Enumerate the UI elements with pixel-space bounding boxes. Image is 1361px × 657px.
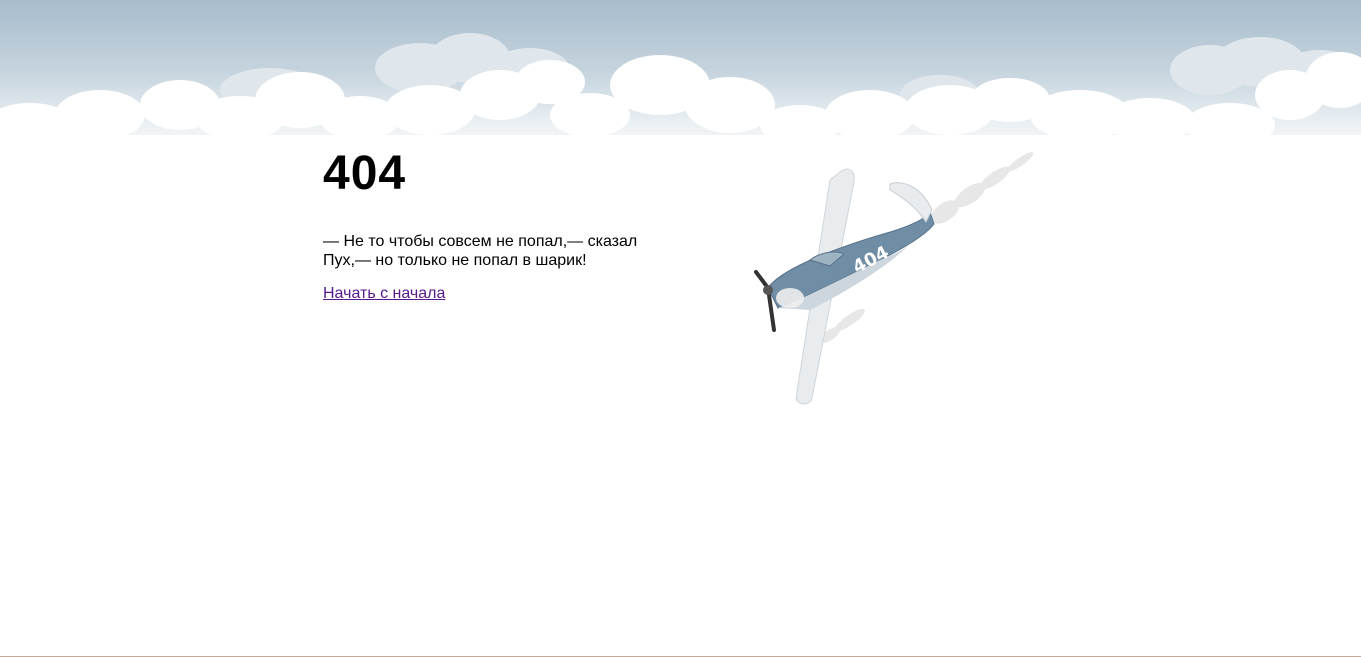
crashing-airplane-icon: 404	[754, 152, 1034, 405]
cloudy-sky-banner	[0, 0, 1361, 160]
start-over-link[interactable]: Начать с начала	[323, 285, 445, 302]
error-content: 404 — Не то чтобы совсем не попал,— сказ…	[323, 146, 653, 303]
error-page: 404 — Не то чтобы совсем не попал,— сказ…	[0, 0, 1361, 657]
error-code-heading: 404	[323, 147, 407, 200]
winnie-pooh-quote: — Не то чтобы совсем не попал,— сказал П…	[323, 232, 653, 270]
quote-line-1: — Не то чтобы совсем не попал,— сказал	[323, 233, 638, 250]
quote-line-2: Пух,— но только не попал в шарик!	[323, 252, 587, 269]
